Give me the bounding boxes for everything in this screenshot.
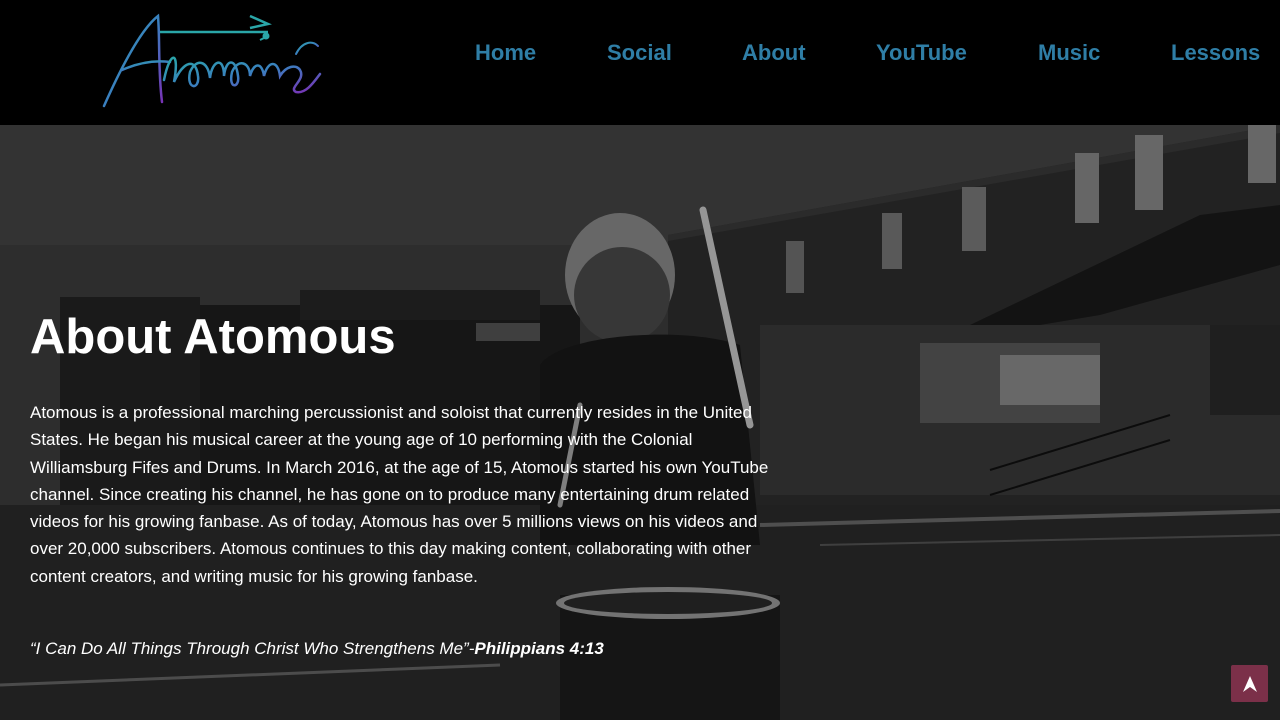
quote-text: “I Can Do All Things Through Christ Who … — [30, 639, 475, 658]
bible-quote: “I Can Do All Things Through Christ Who … — [30, 637, 604, 661]
quote-reference: Philippians 4:13 — [474, 639, 604, 658]
site-header: Home Social About YouTube Music Lessons — [0, 0, 1280, 125]
about-description: Atomous is a professional marching percu… — [30, 403, 769, 586]
nav-youtube[interactable]: YouTube — [876, 38, 967, 68]
scroll-to-top-button[interactable] — [1231, 665, 1268, 702]
about-hero-section: About Atomous Atomous is a professional … — [0, 125, 1280, 720]
arrow-up-icon — [1242, 675, 1257, 692]
nav-about[interactable]: About — [742, 38, 806, 68]
nav-home[interactable]: Home — [475, 38, 536, 68]
main-nav: Home Social About YouTube Music Lessons — [0, 38, 1280, 70]
about-title: About Atomous — [30, 310, 396, 364]
nav-music[interactable]: Music — [1038, 38, 1100, 68]
nav-social[interactable]: Social — [607, 38, 672, 68]
nav-lessons[interactable]: Lessons — [1171, 38, 1260, 68]
